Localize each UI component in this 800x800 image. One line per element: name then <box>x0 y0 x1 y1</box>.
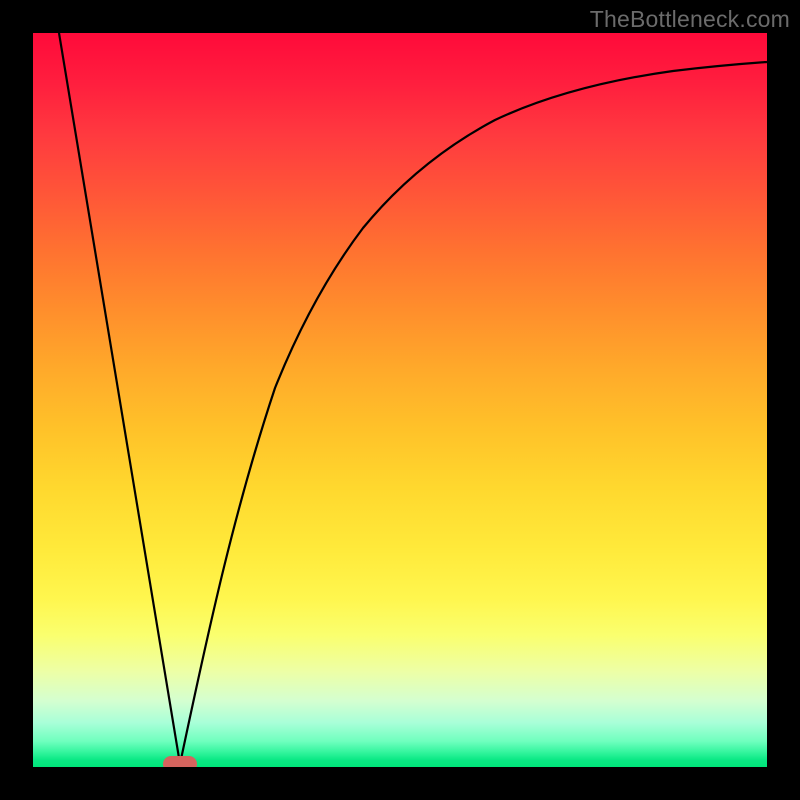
bottleneck-marker <box>163 756 197 767</box>
right-branch-line <box>180 62 767 764</box>
chart-frame: TheBottleneck.com <box>0 0 800 800</box>
watermark-text: TheBottleneck.com <box>590 6 790 33</box>
plot-area <box>33 33 767 767</box>
curve-layer <box>33 33 767 767</box>
left-branch-line <box>59 33 180 764</box>
